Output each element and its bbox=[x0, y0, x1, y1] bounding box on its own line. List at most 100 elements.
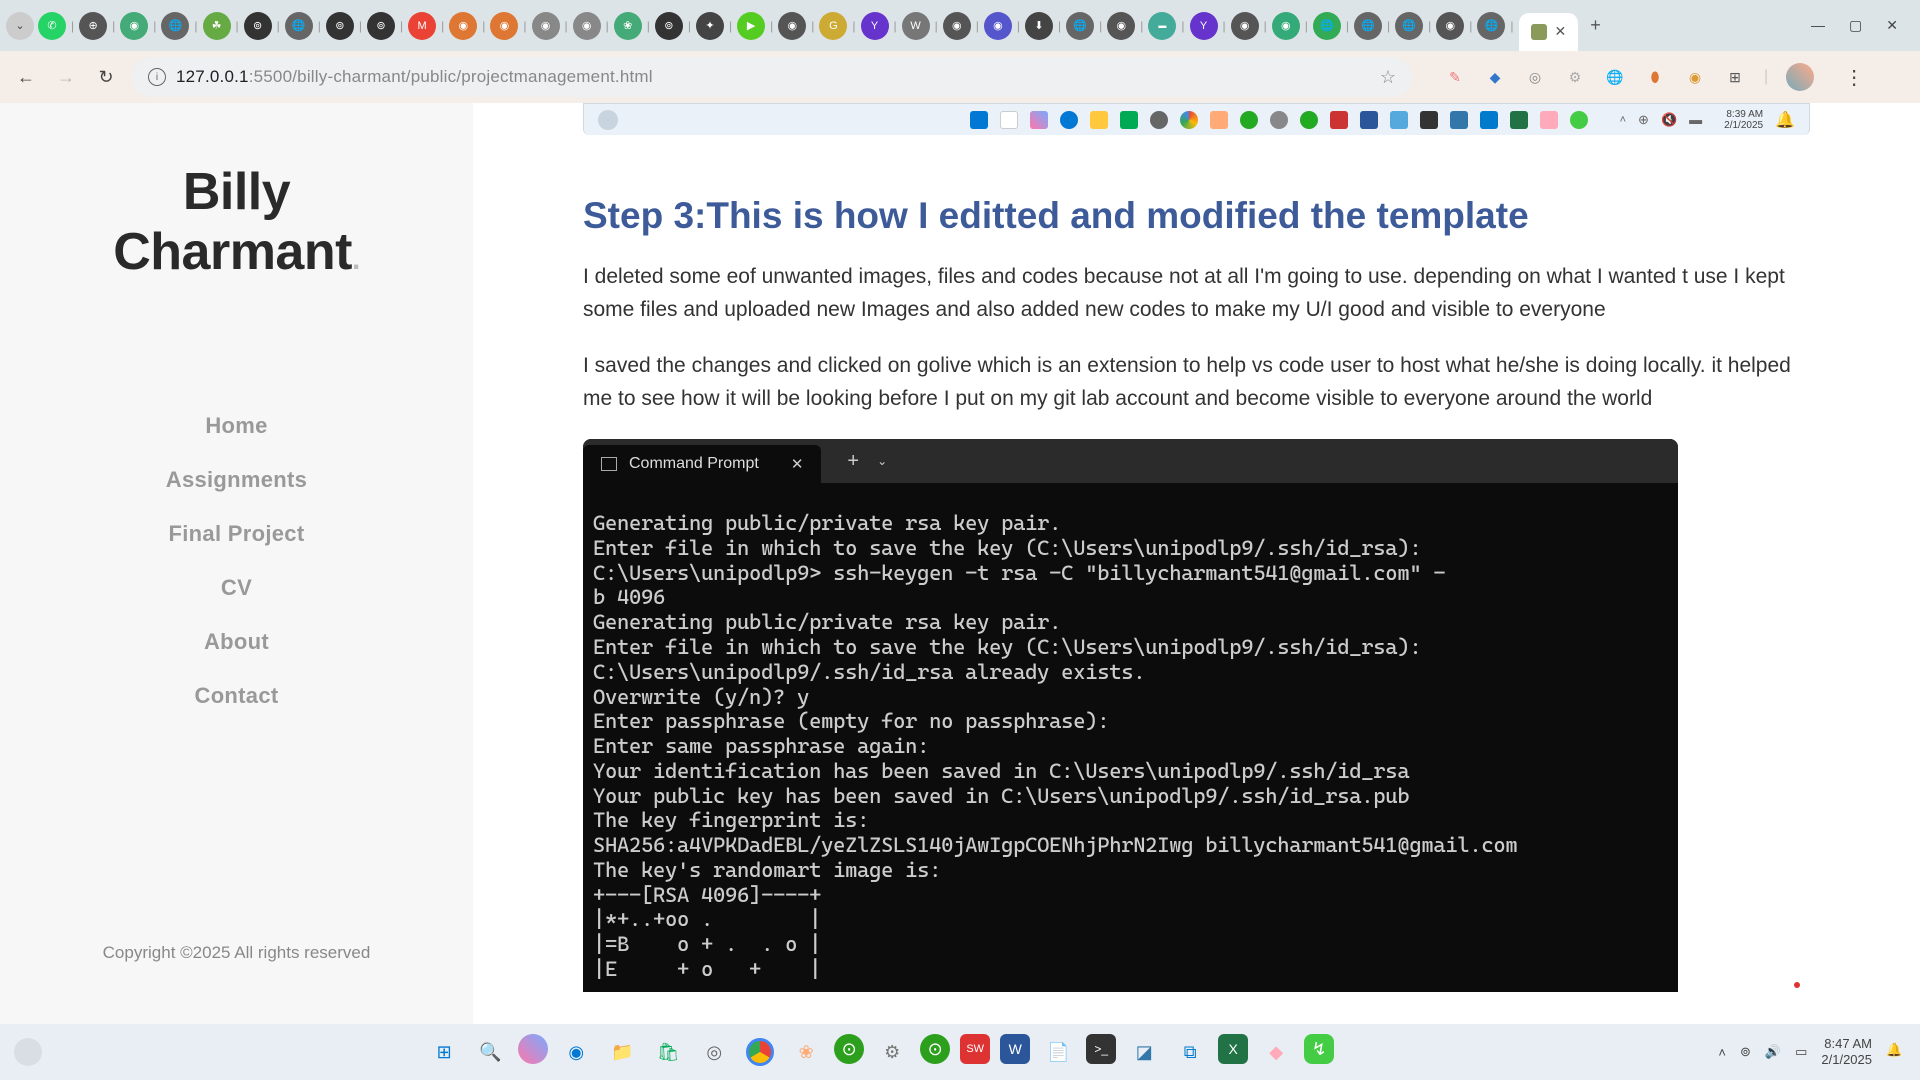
battery-icon[interactable]: ▭ bbox=[1795, 1044, 1807, 1060]
quickbooks2-icon[interactable]: ⊙ bbox=[920, 1034, 950, 1064]
window-close-button[interactable]: ✕ bbox=[1886, 17, 1898, 34]
nav-cv[interactable]: CV bbox=[30, 575, 443, 601]
new-tab-button[interactable]: + bbox=[1590, 15, 1601, 36]
pinned-tab-10[interactable]: M bbox=[408, 12, 436, 40]
taskbar-weather-icon[interactable] bbox=[14, 1038, 42, 1066]
forward-button[interactable]: → bbox=[52, 63, 80, 91]
pinned-tab-11[interactable]: ◉ bbox=[449, 12, 477, 40]
edge-icon[interactable]: ◉ bbox=[558, 1034, 594, 1070]
main-content-area[interactable]: ˄ ⊕ 🔇 ▬ 8:39 AM 2/1/2025 🔔 Step 3:This i… bbox=[473, 103, 1920, 1024]
app-icon-2[interactable]: ◪ bbox=[1126, 1034, 1162, 1070]
pinned-tab-25[interactable]: ⬇ bbox=[1025, 12, 1053, 40]
embedded-app-icon-3 bbox=[1450, 111, 1468, 129]
pinned-tab-23[interactable]: ◉ bbox=[943, 12, 971, 40]
ext-globe-icon[interactable]: 🌐 bbox=[1604, 66, 1626, 88]
pinned-tab-4[interactable]: 🌐 bbox=[161, 12, 189, 40]
ext-badge-icon[interactable]: ◉ bbox=[1684, 66, 1706, 88]
pinned-tab-26[interactable]: 🌐 bbox=[1066, 12, 1094, 40]
active-tab[interactable]: ✕ bbox=[1519, 13, 1579, 51]
nav-assignments[interactable]: Assignments bbox=[30, 467, 443, 493]
pinned-tab-6[interactable]: ⊚ bbox=[244, 12, 272, 40]
pinned-tab-20[interactable]: G bbox=[819, 12, 847, 40]
pinned-tab-21[interactable]: Y bbox=[861, 12, 889, 40]
explorer-icon[interactable]: 📁 bbox=[604, 1034, 640, 1070]
notification-icon[interactable]: 🔔 bbox=[1886, 1042, 1906, 1062]
pinned-tab-22[interactable]: W bbox=[902, 12, 930, 40]
pinned-tab-33[interactable]: 🌐 bbox=[1354, 12, 1382, 40]
tab-dropdown-icon[interactable]: ⌄ bbox=[6, 12, 34, 40]
settings-icon[interactable]: ⚙ bbox=[874, 1034, 910, 1070]
search-button[interactable]: 🔍 bbox=[472, 1034, 508, 1070]
wifi-icon[interactable]: ⊚ bbox=[1740, 1044, 1751, 1060]
ext-gear-icon[interactable]: ⚙ bbox=[1564, 66, 1586, 88]
chrome-icon[interactable] bbox=[742, 1034, 778, 1070]
pinned-tab-5[interactable]: ☘ bbox=[203, 12, 231, 40]
embedded-sw-icon bbox=[1330, 111, 1348, 129]
pinned-tab-15[interactable]: ❀ bbox=[614, 12, 642, 40]
notepad-icon[interactable]: 📄 bbox=[1040, 1034, 1076, 1070]
pinned-tab-31[interactable]: ◉ bbox=[1272, 12, 1300, 40]
nav-final-project[interactable]: Final Project bbox=[30, 521, 443, 547]
dell-icon[interactable]: ◎ bbox=[696, 1034, 732, 1070]
page-sidebar[interactable]: Billy Charmant. Home Assignments Final P… bbox=[0, 103, 473, 1024]
ext-eth-icon[interactable]: ◆ bbox=[1484, 66, 1506, 88]
excel-icon[interactable]: X bbox=[1218, 1034, 1248, 1064]
terminal-icon[interactable]: >_ bbox=[1086, 1034, 1116, 1064]
copilot-icon[interactable] bbox=[518, 1034, 548, 1064]
pinned-tab-18[interactable]: ▶ bbox=[737, 12, 765, 40]
pinned-tab-16[interactable]: ⊚ bbox=[655, 12, 683, 40]
address-bar[interactable]: i 127.0.0.1:5500/billy-charmant/public/p… bbox=[132, 57, 1412, 97]
quickbooks-icon[interactable]: ⊙ bbox=[834, 1034, 864, 1064]
nav-contact[interactable]: Contact bbox=[30, 683, 443, 709]
ext-pen-icon[interactable]: ✎ bbox=[1444, 66, 1466, 88]
pinned-tab-19[interactable]: ◉ bbox=[778, 12, 806, 40]
volume-icon[interactable]: 🔊 bbox=[1765, 1044, 1781, 1060]
pinned-tab-8[interactable]: ⊚ bbox=[326, 12, 354, 40]
embedded-copilot-icon bbox=[1030, 111, 1048, 129]
minimize-button[interactable]: — bbox=[1811, 17, 1825, 34]
pinned-tab-3[interactable]: ◉ bbox=[120, 12, 148, 40]
pinned-tab-29[interactable]: Y bbox=[1190, 12, 1218, 40]
word-icon[interactable]: W bbox=[1000, 1034, 1030, 1064]
pinned-tab-9[interactable]: ⊚ bbox=[367, 12, 395, 40]
pinned-tab-1[interactable]: ✆ bbox=[38, 12, 66, 40]
browser-menu-button[interactable]: ⋮ bbox=[1844, 65, 1864, 90]
back-button[interactable]: ← bbox=[12, 63, 40, 91]
maximize-button[interactable]: ▢ bbox=[1849, 17, 1862, 34]
ext-circle-icon[interactable]: ◎ bbox=[1524, 66, 1546, 88]
vscode-icon[interactable]: ⧉ bbox=[1172, 1034, 1208, 1070]
app-icon-1[interactable]: ❀ bbox=[788, 1034, 824, 1070]
solidworks-icon[interactable]: SW bbox=[960, 1034, 990, 1064]
pinned-tab-36[interactable]: 🌐 bbox=[1477, 12, 1505, 40]
site-info-icon[interactable]: i bbox=[148, 68, 166, 86]
pinned-tab-17[interactable]: ✦ bbox=[696, 12, 724, 40]
taskbar-clock[interactable]: 8:47 AM 2/1/2025 bbox=[1821, 1036, 1872, 1067]
pinned-tab-32[interactable]: 🌐 bbox=[1313, 12, 1341, 40]
tray-expand-icon[interactable]: ˄ bbox=[1718, 1045, 1726, 1060]
pinned-tab-2[interactable]: ⊕ bbox=[79, 12, 107, 40]
pinned-tab-14[interactable]: ◉ bbox=[573, 12, 601, 40]
bookmark-star-icon[interactable]: ☆ bbox=[1380, 67, 1396, 88]
nav-about[interactable]: About bbox=[30, 629, 443, 655]
nav-home[interactable]: Home bbox=[30, 413, 443, 439]
pinned-tab-28[interactable]: ▬ bbox=[1148, 12, 1176, 40]
pinned-tab-13[interactable]: ◉ bbox=[532, 12, 560, 40]
start-button[interactable]: ⊞ bbox=[426, 1034, 462, 1070]
terminal-output: Generating public/private rsa key pair. … bbox=[583, 483, 1678, 992]
pinned-tab-30[interactable]: ◉ bbox=[1231, 12, 1259, 40]
pinned-tab-34[interactable]: 🌐 bbox=[1395, 12, 1423, 40]
pinned-tab-7[interactable]: 🌐 bbox=[285, 12, 313, 40]
profile-avatar[interactable] bbox=[1786, 63, 1814, 91]
tab-close-button[interactable]: ✕ bbox=[1555, 23, 1567, 40]
ext-puzzle-icon[interactable]: ⊞ bbox=[1724, 66, 1746, 88]
app-icon-3[interactable]: ◆ bbox=[1258, 1034, 1294, 1070]
pinned-tab-27[interactable]: ◉ bbox=[1107, 12, 1135, 40]
app-icon-4[interactable]: ↯ bbox=[1304, 1034, 1334, 1064]
pinned-tab-12[interactable]: ◉ bbox=[490, 12, 518, 40]
store-icon[interactable]: 🛍 bbox=[650, 1034, 686, 1070]
pinned-tab-35[interactable]: ◉ bbox=[1436, 12, 1464, 40]
reload-button[interactable]: ↻ bbox=[92, 63, 120, 91]
pinned-tab-24[interactable]: ◉ bbox=[984, 12, 1012, 40]
ext-pill-icon[interactable]: ⬮ bbox=[1644, 66, 1666, 88]
terminal-tab-label: Command Prompt bbox=[629, 455, 759, 473]
